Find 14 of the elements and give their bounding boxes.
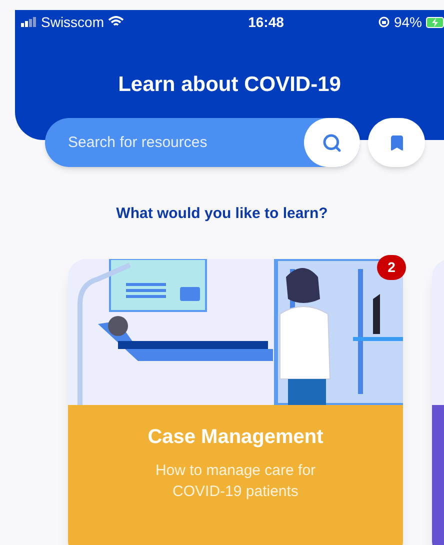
notification-badge: 2	[377, 254, 406, 280]
section-heading: What would you like to learn?	[115, 204, 329, 224]
battery-icon	[426, 16, 444, 28]
page-title: Learn about COVID-19	[117, 72, 342, 98]
card-title: Case Management	[148, 424, 324, 450]
card-description: How to manage care for COVID-19 patients	[154, 460, 317, 502]
rotation-lock-icon	[378, 16, 390, 28]
wifi-icon	[108, 16, 124, 28]
status-time: 16:48	[248, 12, 284, 32]
battery-percent: 94%	[394, 12, 422, 32]
signal-icon	[21, 17, 37, 27]
bookmark-button[interactable]	[368, 118, 425, 167]
carrier-name: Swisscom	[41, 12, 104, 32]
search-icon	[322, 132, 342, 152]
